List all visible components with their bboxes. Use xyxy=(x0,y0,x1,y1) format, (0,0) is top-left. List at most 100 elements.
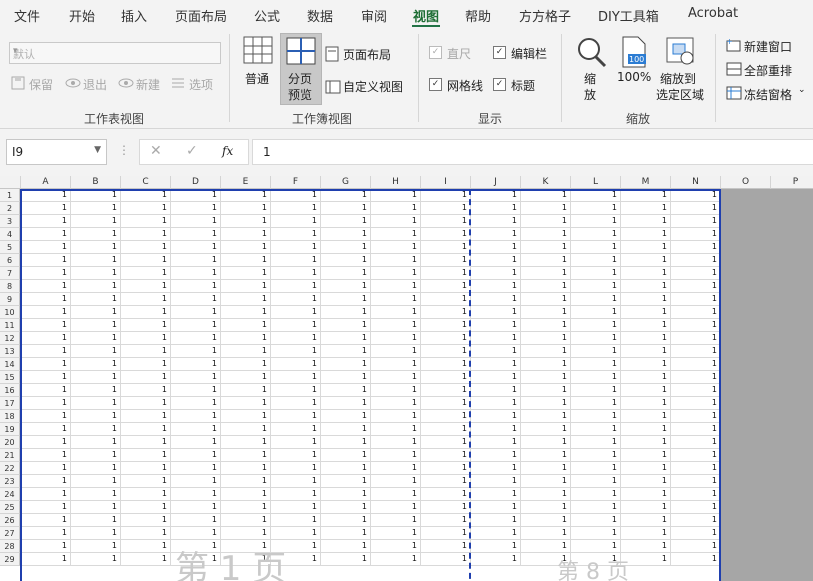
table-cell[interactable]: 1 xyxy=(171,332,221,345)
table-cell[interactable]: 1 xyxy=(271,462,321,475)
table-cell[interactable]: 1 xyxy=(171,436,221,449)
table-cell[interactable]: 1 xyxy=(171,241,221,254)
table-cell[interactable]: 1 xyxy=(471,540,521,553)
table-cell[interactable]: 1 xyxy=(121,280,171,293)
table-cell[interactable]: 1 xyxy=(321,189,371,202)
table-cell[interactable]: 1 xyxy=(371,332,421,345)
ruler-checkbox[interactable]: ✓ xyxy=(429,46,442,59)
table-cell[interactable]: 1 xyxy=(371,501,421,514)
table-cell[interactable]: 1 xyxy=(121,553,171,566)
table-cell[interactable]: 1 xyxy=(21,527,71,540)
table-cell[interactable]: 1 xyxy=(521,189,571,202)
row-header[interactable]: 23 xyxy=(0,475,20,488)
table-cell[interactable]: 1 xyxy=(21,280,71,293)
table-cell[interactable]: 1 xyxy=(21,306,71,319)
table-cell[interactable]: 1 xyxy=(421,423,471,436)
table-cell[interactable]: 1 xyxy=(621,436,671,449)
table-cell[interactable]: 1 xyxy=(471,553,521,566)
table-cell[interactable]: 1 xyxy=(521,423,571,436)
table-cell[interactable]: 1 xyxy=(471,189,521,202)
table-cell[interactable]: 1 xyxy=(121,358,171,371)
table-cell[interactable]: 1 xyxy=(571,345,621,358)
table-cell[interactable]: 1 xyxy=(471,332,521,345)
worksheet-grid[interactable]: ABCDEFGHIJKLMNOP111111111111111211111111… xyxy=(0,176,813,581)
table-cell[interactable]: 1 xyxy=(421,371,471,384)
table-cell[interactable]: 1 xyxy=(421,384,471,397)
table-cell[interactable]: 1 xyxy=(71,280,121,293)
table-cell[interactable]: 1 xyxy=(671,306,721,319)
table-cell[interactable]: 1 xyxy=(271,228,321,241)
table-cell[interactable]: 1 xyxy=(371,553,421,566)
table-cell[interactable]: 1 xyxy=(421,462,471,475)
column-header[interactable]: F xyxy=(271,176,321,189)
table-cell[interactable]: 1 xyxy=(121,332,171,345)
table-cell[interactable]: 1 xyxy=(521,293,571,306)
table-cell[interactable]: 1 xyxy=(321,462,371,475)
table-cell[interactable]: 1 xyxy=(221,397,271,410)
table-cell[interactable]: 1 xyxy=(21,423,71,436)
table-cell[interactable]: 1 xyxy=(121,345,171,358)
table-cell[interactable]: 1 xyxy=(21,189,71,202)
table-cell[interactable]: 1 xyxy=(621,332,671,345)
table-cell[interactable]: 1 xyxy=(421,241,471,254)
table-cell[interactable]: 1 xyxy=(71,397,121,410)
table-cell[interactable]: 1 xyxy=(71,215,121,228)
table-cell[interactable]: 1 xyxy=(271,410,321,423)
table-cell[interactable]: 1 xyxy=(321,423,371,436)
table-cell[interactable]: 1 xyxy=(671,228,721,241)
headings-checkbox[interactable]: ✓ xyxy=(493,78,506,91)
table-cell[interactable]: 1 xyxy=(371,475,421,488)
table-cell[interactable]: 1 xyxy=(171,488,221,501)
row-header[interactable]: 6 xyxy=(0,254,20,267)
table-cell[interactable]: 1 xyxy=(521,228,571,241)
table-cell[interactable]: 1 xyxy=(571,280,621,293)
table-cell[interactable]: 1 xyxy=(621,202,671,215)
table-cell[interactable]: 1 xyxy=(421,332,471,345)
table-cell[interactable]: 1 xyxy=(121,436,171,449)
table-cell[interactable]: 1 xyxy=(621,449,671,462)
table-cell[interactable]: 1 xyxy=(21,371,71,384)
table-cell[interactable]: 1 xyxy=(271,423,321,436)
table-cell[interactable]: 1 xyxy=(571,358,621,371)
table-cell[interactable]: 1 xyxy=(71,462,121,475)
table-cell[interactable]: 1 xyxy=(671,501,721,514)
table-cell[interactable]: 1 xyxy=(671,540,721,553)
table-cell[interactable]: 1 xyxy=(371,306,421,319)
table-cell[interactable]: 1 xyxy=(171,306,221,319)
table-cell[interactable]: 1 xyxy=(321,514,371,527)
table-cell[interactable]: 1 xyxy=(471,488,521,501)
table-cell[interactable]: 1 xyxy=(221,332,271,345)
table-cell[interactable]: 1 xyxy=(471,397,521,410)
table-cell[interactable]: 1 xyxy=(471,228,521,241)
table-cell[interactable]: 1 xyxy=(71,423,121,436)
table-cell[interactable]: 1 xyxy=(321,254,371,267)
table-cell[interactable]: 1 xyxy=(621,371,671,384)
table-cell[interactable]: 1 xyxy=(121,488,171,501)
table-cell[interactable]: 1 xyxy=(21,553,71,566)
table-cell[interactable]: 1 xyxy=(21,319,71,332)
table-cell[interactable]: 1 xyxy=(621,384,671,397)
table-cell[interactable]: 1 xyxy=(221,306,271,319)
table-cell[interactable]: 1 xyxy=(71,436,121,449)
table-cell[interactable]: 1 xyxy=(221,423,271,436)
table-cell[interactable]: 1 xyxy=(121,202,171,215)
table-cell[interactable]: 1 xyxy=(121,319,171,332)
row-header[interactable]: 24 xyxy=(0,488,20,501)
table-cell[interactable]: 1 xyxy=(221,475,271,488)
table-cell[interactable]: 1 xyxy=(571,306,621,319)
table-cell[interactable]: 1 xyxy=(171,293,221,306)
row-header[interactable]: 7 xyxy=(0,267,20,280)
table-cell[interactable]: 1 xyxy=(121,241,171,254)
table-cell[interactable]: 1 xyxy=(321,241,371,254)
table-cell[interactable]: 1 xyxy=(321,501,371,514)
table-cell[interactable]: 1 xyxy=(521,202,571,215)
table-cell[interactable]: 1 xyxy=(221,202,271,215)
column-header[interactable]: O xyxy=(721,176,771,189)
row-header[interactable]: 10 xyxy=(0,306,20,319)
table-cell[interactable]: 1 xyxy=(571,202,621,215)
table-cell[interactable]: 1 xyxy=(571,540,621,553)
table-cell[interactable]: 1 xyxy=(121,371,171,384)
table-cell[interactable]: 1 xyxy=(21,358,71,371)
table-cell[interactable]: 1 xyxy=(221,319,271,332)
table-cell[interactable]: 1 xyxy=(171,280,221,293)
